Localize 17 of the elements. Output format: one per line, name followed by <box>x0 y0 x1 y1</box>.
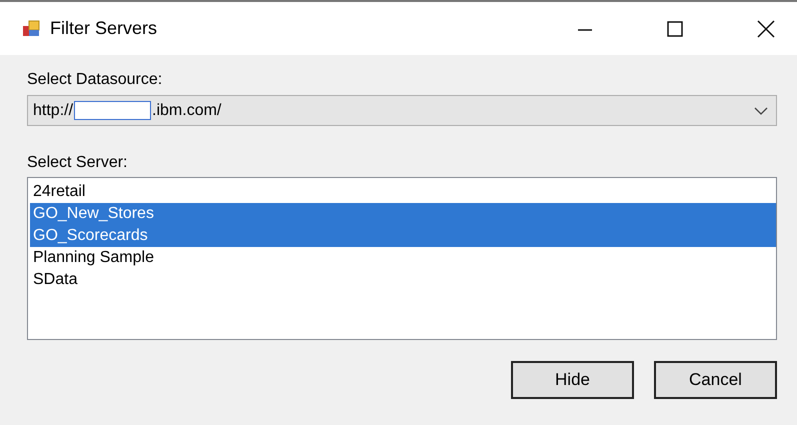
datasource-dropdown[interactable]: http:// .ibm.com/ <box>27 95 777 126</box>
server-label: Select Server: <box>27 154 128 172</box>
url-start: http:// <box>33 102 74 120</box>
cancel-button[interactable]: Cancel <box>654 361 777 399</box>
server-item[interactable]: Planning Sample <box>30 247 776 269</box>
server-item[interactable]: GO_Scorecards <box>30 225 776 247</box>
hide-button[interactable]: Hide <box>511 361 634 399</box>
chevron-down-icon <box>754 106 768 114</box>
maximize-icon[interactable] <box>667 20 683 36</box>
window-title: Filter Servers <box>50 18 158 39</box>
server-item[interactable]: SData <box>30 269 776 291</box>
server-item[interactable]: GO_New_Stores <box>30 203 776 225</box>
app-icon <box>22 20 40 38</box>
datasource-label: Select Datasource: <box>27 71 164 89</box>
server-item[interactable]: 24retail <box>30 181 776 203</box>
url-end: .ibm.com/ <box>152 102 222 120</box>
close-icon[interactable] <box>757 20 775 38</box>
